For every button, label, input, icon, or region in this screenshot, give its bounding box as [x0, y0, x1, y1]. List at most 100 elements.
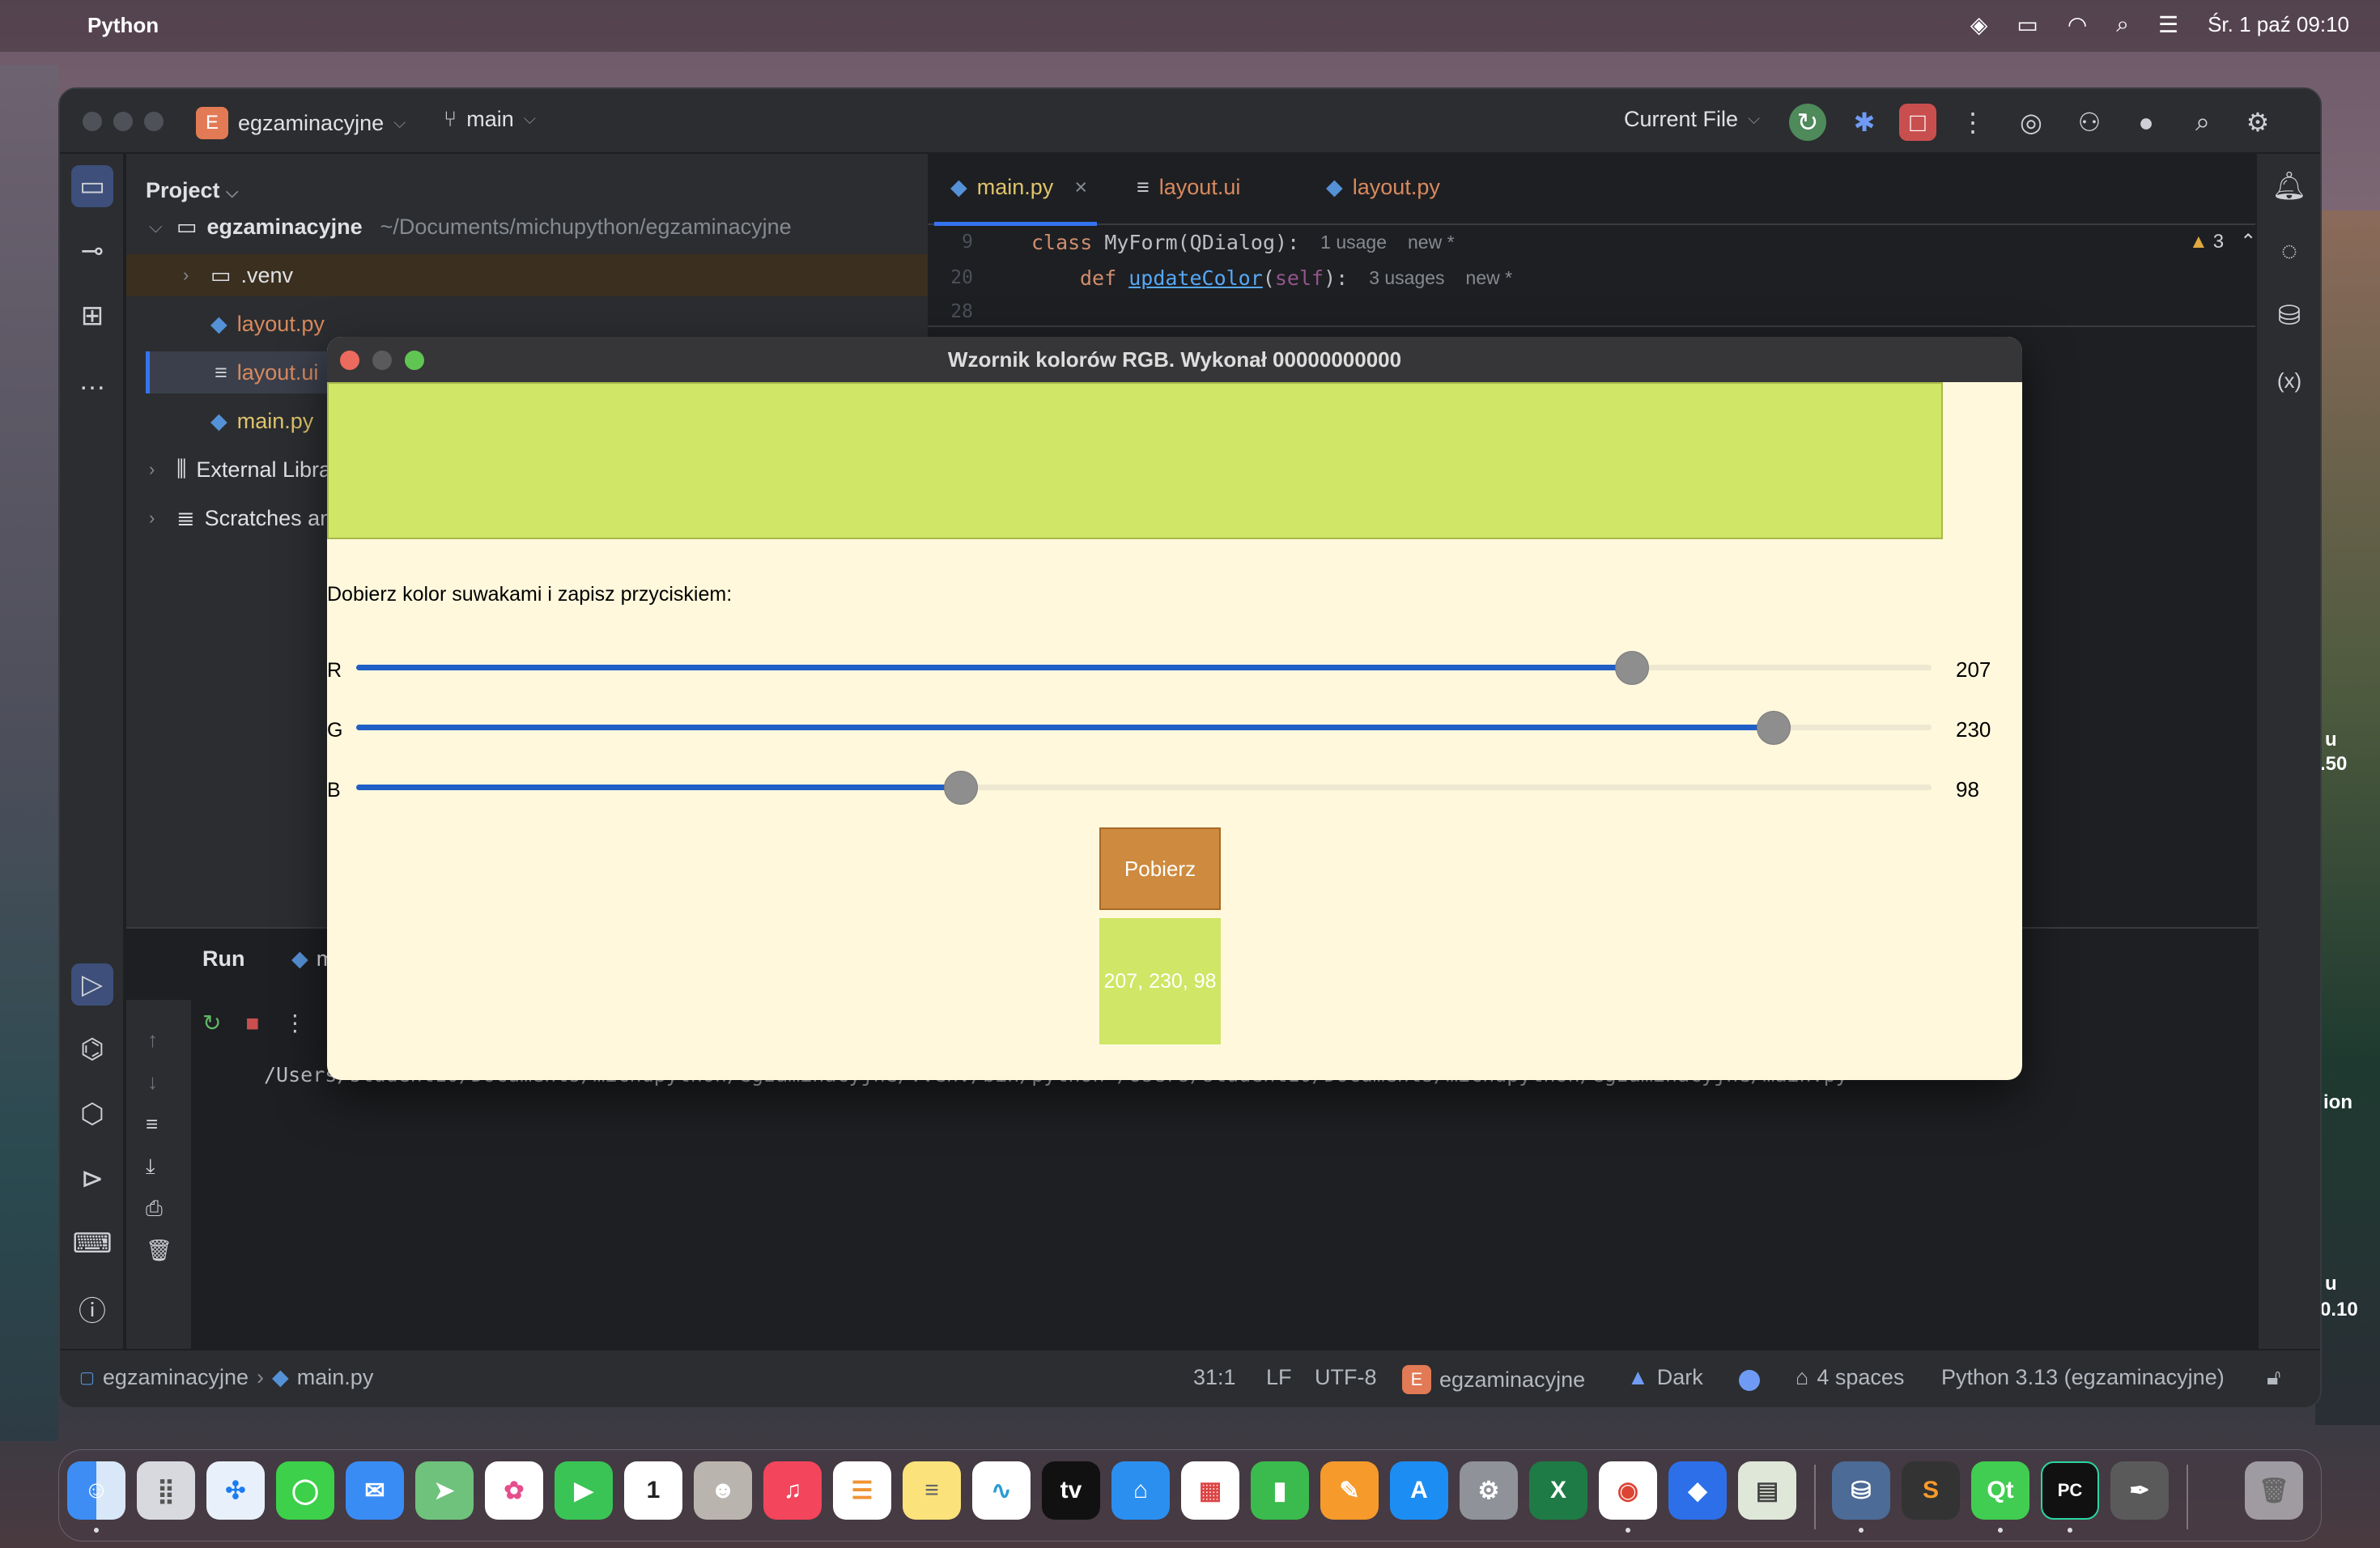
- caret-position[interactable]: 31:1: [1193, 1365, 1236, 1390]
- trash-icon[interactable]: 🗑︎: [2245, 1461, 2303, 1520]
- breadcrumb-project[interactable]: egzaminacyjne: [103, 1365, 249, 1390]
- menu-app-name[interactable]: Python: [87, 13, 159, 38]
- file-encoding[interactable]: UTF-8: [1315, 1365, 1377, 1390]
- more-actions-icon[interactable]: ⋮: [283, 1010, 306, 1036]
- structure-icon[interactable]: ⊞: [71, 295, 113, 337]
- finder-icon[interactable]: ☺: [67, 1461, 125, 1520]
- dialog-minimize-button[interactable]: [372, 351, 392, 370]
- rerun-icon[interactable]: ↻: [1789, 104, 1826, 141]
- chevron-up-icon[interactable]: ⌃: [2240, 230, 2256, 253]
- safari-icon[interactable]: ✣: [206, 1461, 265, 1520]
- pages-icon[interactable]: ✎: [1320, 1461, 1379, 1520]
- problems-icon[interactable]: ⓘ: [71, 1287, 113, 1329]
- apple-tv-icon[interactable]: tv: [1042, 1461, 1100, 1520]
- tree-item-venv[interactable]: › ▭ .venv: [126, 254, 928, 296]
- code-line[interactable]: 20 def updateColor(self): 3 usages new *: [928, 261, 1512, 295]
- facetime-icon[interactable]: ▶: [555, 1461, 613, 1520]
- code-with-me-icon[interactable]: ⚇: [2071, 104, 2108, 141]
- branch-switcher[interactable]: ⑂ main ⌵: [444, 107, 536, 132]
- slider-g-handle[interactable]: [1757, 711, 1791, 745]
- qt-creator-icon[interactable]: Qt: [1971, 1461, 2029, 1520]
- excel-icon[interactable]: X: [1529, 1461, 1587, 1520]
- window-zoom-button[interactable]: [144, 112, 164, 131]
- control-center-icon[interactable]: ☰: [2158, 11, 2178, 38]
- cube-icon[interactable]: ◈: [1970, 11, 1988, 38]
- launchpad-icon[interactable]: ⣿: [137, 1461, 195, 1520]
- slider-b-handle[interactable]: [944, 771, 979, 805]
- more-actions-icon[interactable]: ⋮: [1954, 104, 1991, 141]
- tree-root[interactable]: ⌵ ▭ egzaminacyjne ~/Documents/michupytho…: [149, 206, 792, 248]
- python-packages-icon[interactable]: ⬡: [71, 1093, 113, 1135]
- roblox-icon[interactable]: ◆: [1668, 1461, 1727, 1520]
- news-icon[interactable]: ▦: [1181, 1461, 1239, 1520]
- tab-layout-py[interactable]: ◆ layout.py: [1326, 175, 1440, 200]
- read-only-lock-icon[interactable]: 🔓︎: [2267, 1365, 2281, 1391]
- trash-icon[interactable]: 🗑︎: [146, 1238, 172, 1263]
- settings-gear-icon[interactable]: ⚙: [2239, 104, 2276, 141]
- battery-icon[interactable]: ▭: [2017, 11, 2038, 38]
- wifi-icon[interactable]: ◠: [2068, 11, 2087, 38]
- variables-icon[interactable]: (x): [2268, 359, 2310, 402]
- status-dot-icon[interactable]: [1739, 1370, 1760, 1391]
- author-hint[interactable]: new *: [1466, 267, 1513, 289]
- freeform-icon[interactable]: ∿: [972, 1461, 1031, 1520]
- dialog-zoom-button[interactable]: [405, 351, 424, 370]
- scroll-up-icon[interactable]: ↑: [147, 1027, 158, 1053]
- scroll-to-end-icon[interactable]: ⤓: [146, 1154, 155, 1180]
- project-indicator[interactable]: E egzaminacyjne: [1402, 1365, 1585, 1394]
- usage-hint[interactable]: 1 usage: [1320, 232, 1387, 253]
- soft-wrap-icon[interactable]: ≡: [146, 1112, 158, 1137]
- keynote-icon[interactable]: ⌂: [1111, 1461, 1170, 1520]
- usage-hint[interactable]: 3 usages: [1369, 267, 1444, 289]
- fetch-color-button[interactable]: Pobierz: [1099, 827, 1221, 910]
- project-switcher[interactable]: E egzaminacyjne ⌵: [196, 107, 406, 139]
- tab-main-py[interactable]: ◆ main.py ×: [933, 175, 1098, 226]
- code-line[interactable]: 9 class MyForm(QDialog): 1 usage new *: [928, 225, 1455, 259]
- menu-datetime[interactable]: Śr. 1 paź 09:10: [2208, 12, 2349, 37]
- indent-indicator[interactable]: ⌂ 4 spaces: [1796, 1365, 1904, 1390]
- status-indicator-icon[interactable]: ●: [2127, 104, 2165, 141]
- notes-icon[interactable]: ≡: [903, 1461, 961, 1520]
- python-interpreter[interactable]: Python 3.13 (egzaminacyjne): [1941, 1365, 2225, 1390]
- author-hint[interactable]: new *: [1408, 232, 1455, 253]
- breadcrumb[interactable]: ▢ egzaminacyjne › ◆ main.py: [79, 1365, 373, 1390]
- tree-item-layout-py[interactable]: ◆ layout.py: [210, 303, 325, 345]
- terminal-icon[interactable]: ⌨: [71, 1223, 113, 1265]
- project-folder-icon[interactable]: ▭: [71, 165, 113, 207]
- system-settings-icon[interactable]: ⚙: [1460, 1461, 1518, 1520]
- rerun-icon[interactable]: ↻: [202, 1010, 221, 1036]
- dialog-close-button[interactable]: [340, 351, 359, 370]
- line-separator[interactable]: LF: [1266, 1365, 1292, 1390]
- search-icon[interactable]: ⌕: [2184, 104, 2221, 141]
- numbers-icon[interactable]: ▮: [1251, 1461, 1309, 1520]
- project-panel-header[interactable]: Project ⌵: [146, 178, 238, 203]
- activity-monitor-icon[interactable]: ▤: [1738, 1461, 1796, 1520]
- tree-item-main-py[interactable]: ◆ main.py: [210, 400, 313, 442]
- stop-icon[interactable]: ■: [245, 1010, 259, 1036]
- mail-icon[interactable]: ✉: [346, 1461, 404, 1520]
- chrome-icon[interactable]: ◉: [1599, 1461, 1657, 1520]
- window-minimize-button[interactable]: [113, 112, 133, 131]
- run-tool-icon[interactable]: ▷: [71, 963, 113, 1006]
- window-close-button[interactable]: [83, 112, 102, 131]
- slider-r-handle[interactable]: [1615, 651, 1650, 685]
- code-line[interactable]: 28: [928, 295, 1031, 329]
- reminders-icon[interactable]: ☰: [833, 1461, 891, 1520]
- ai-chat-icon[interactable]: ◌: [2268, 230, 2310, 272]
- close-tab-icon[interactable]: ×: [1074, 175, 1087, 200]
- messages-icon[interactable]: ◯: [276, 1461, 334, 1520]
- theme-indicator[interactable]: ▲ Dark: [1627, 1365, 1703, 1390]
- python-launcher-icon[interactable]: ⛁: [1832, 1461, 1890, 1520]
- photos-icon[interactable]: ✿: [485, 1461, 543, 1520]
- pycharm-icon[interactable]: PC: [2041, 1461, 2099, 1520]
- python-console-icon[interactable]: ⌬: [71, 1028, 113, 1070]
- commit-icon[interactable]: ⊸: [71, 230, 113, 272]
- notifications-icon[interactable]: 🔔︎: [2268, 165, 2310, 207]
- script-editor-icon[interactable]: ✒: [2110, 1461, 2169, 1520]
- contacts-icon[interactable]: ☻: [694, 1461, 752, 1520]
- run-configuration-selector[interactable]: Current File ⌵: [1624, 107, 1760, 132]
- breadcrumb-file[interactable]: main.py: [297, 1365, 374, 1390]
- tab-layout-ui[interactable]: ≡ layout.ui: [1137, 175, 1240, 200]
- ai-assistant-icon[interactable]: ◎: [2012, 104, 2050, 141]
- debug-icon[interactable]: ✱: [1846, 104, 1883, 141]
